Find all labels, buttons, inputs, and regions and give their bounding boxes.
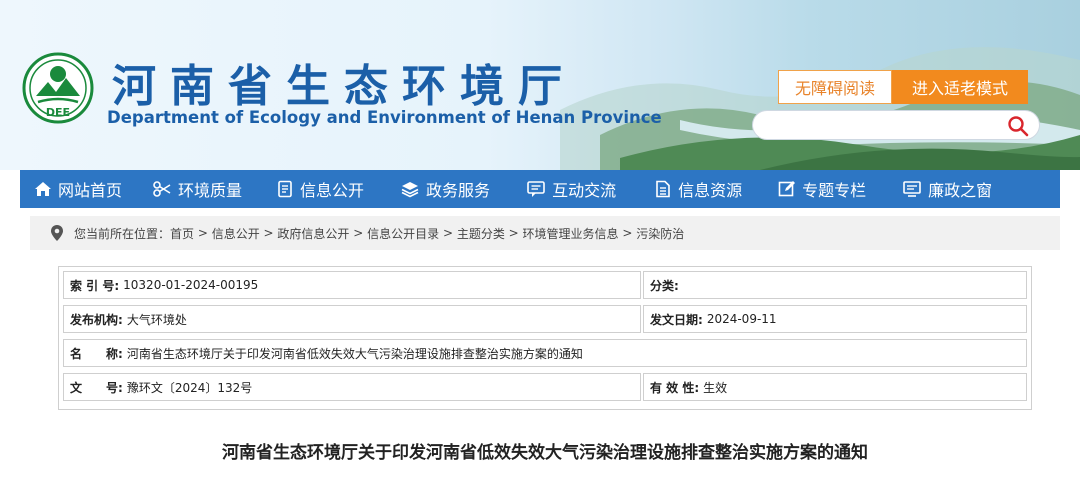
nav-item-label: 廉政之窗 bbox=[928, 181, 993, 200]
category-label: 分类: bbox=[650, 278, 679, 293]
breadcrumb-separator: > bbox=[349, 226, 368, 240]
nav-item-special[interactable]: 专题专栏 bbox=[778, 170, 866, 208]
doc-name-cell: 名 称: 河南省生态环境厅关于印发河南省低效失效大气污染治理设施排查整治实施方案… bbox=[63, 339, 1027, 367]
landscape-banner bbox=[560, 47, 1080, 170]
validity-label: 有 效 性: bbox=[650, 380, 700, 395]
nav-item-environment[interactable]: 环境质量 bbox=[152, 170, 242, 208]
info-row: 名 称: 河南省生态环境厅关于印发河南省低效失效大气污染治理设施排查整治实施方案… bbox=[63, 339, 1027, 367]
window-icon bbox=[903, 181, 921, 197]
dee-logo: DEE bbox=[22, 52, 94, 124]
issuer-label: 发布机构: bbox=[70, 312, 123, 327]
index-number-cell: 索 引 号: 10320-01-2024-00195 bbox=[63, 271, 641, 299]
nav-item-interaction[interactable]: 互动交流 bbox=[526, 170, 616, 208]
issuer-value: 大气环境处 bbox=[126, 312, 187, 327]
info-row: 索 引 号: 10320-01-2024-00195 分类: bbox=[63, 271, 1027, 299]
info-row: 文 号: 豫环文〔2024〕132号 有 效 性: 生效 bbox=[63, 373, 1027, 401]
nav-item-info-public[interactable]: 信息公开 bbox=[276, 170, 364, 208]
nav-item-integrity[interactable]: 廉政之窗 bbox=[902, 170, 992, 208]
info-row: 发布机构: 大气环境处 发文日期: 2024-09-11 bbox=[63, 305, 1027, 333]
location-pin-icon bbox=[51, 225, 63, 241]
breadcrumb-prefix: 您当前所在位置： bbox=[74, 226, 171, 241]
breadcrumb-item-info-public[interactable]: 信息公开 bbox=[212, 225, 260, 242]
breadcrumb-separator: > bbox=[618, 226, 637, 240]
doc-number-value: 豫环文〔2024〕132号 bbox=[126, 380, 253, 395]
breadcrumb-item-catalog[interactable]: 信息公开目录 bbox=[367, 225, 439, 242]
validity-value: 生效 bbox=[703, 380, 728, 395]
home-icon bbox=[35, 182, 51, 196]
breadcrumb-item-pollution[interactable]: 污染防治 bbox=[636, 225, 684, 242]
nav-item-label: 环境质量 bbox=[178, 181, 243, 200]
category-cell: 分类: bbox=[643, 271, 1027, 299]
issue-date-label: 发文日期: bbox=[650, 312, 703, 327]
document-icon bbox=[278, 180, 292, 198]
breadcrumb-separator: > bbox=[259, 226, 278, 240]
nav-item-label: 政务服务 bbox=[426, 181, 491, 200]
nav-item-label: 网站首页 bbox=[58, 181, 123, 200]
nav-item-label: 信息公开 bbox=[300, 181, 365, 200]
breadcrumb-separator: > bbox=[194, 226, 212, 240]
nav-item-home[interactable]: 网站首页 bbox=[34, 170, 122, 208]
scissors-icon bbox=[153, 181, 171, 197]
accessibility-button[interactable]: 无障碍阅读 bbox=[778, 70, 892, 104]
index-number-label: 索 引 号: bbox=[70, 278, 120, 293]
nav-item-label: 互动交流 bbox=[552, 181, 617, 200]
breadcrumb-item-gov-info[interactable]: 政府信息公开 bbox=[277, 225, 349, 242]
breadcrumb-item-home[interactable]: 首页 bbox=[170, 225, 194, 242]
doc-name-label: 名 称: bbox=[70, 346, 123, 361]
chat-icon bbox=[527, 181, 545, 197]
breadcrumb-separator: > bbox=[504, 226, 523, 240]
index-number-value: 10320-01-2024-00195 bbox=[123, 278, 259, 292]
site-header: DEE 河南省生态环境厅 Department of Ecology and E… bbox=[0, 0, 1080, 170]
site-title-en: Department of Ecology and Environment of… bbox=[107, 108, 662, 127]
issuer-cell: 发布机构: 大气环境处 bbox=[63, 305, 641, 333]
doc-number-cell: 文 号: 豫环文〔2024〕132号 bbox=[63, 373, 641, 401]
search-box bbox=[752, 110, 1040, 140]
search-icon[interactable] bbox=[1007, 115, 1029, 137]
document-title: 河南省生态环境厅关于印发河南省低效失效大气污染治理设施排查整治实施方案的通知 bbox=[222, 443, 868, 463]
breadcrumb-item-topics[interactable]: 主题分类 bbox=[457, 225, 505, 242]
file-icon bbox=[656, 180, 670, 198]
search-input[interactable] bbox=[767, 115, 997, 135]
site-title: 河南省生态环境厅 bbox=[112, 61, 576, 112]
layers-icon bbox=[401, 182, 419, 198]
logo-text: DEE bbox=[46, 106, 70, 119]
breadcrumb-item-env-mgmt[interactable]: 环境管理业务信息 bbox=[523, 225, 619, 242]
issue-date-cell: 发文日期: 2024-09-11 bbox=[643, 305, 1027, 333]
breadcrumb-separator: > bbox=[439, 226, 457, 240]
nav-item-label: 专题专栏 bbox=[802, 181, 867, 200]
elder-mode-button[interactable]: 进入适老模式 bbox=[892, 70, 1028, 104]
validity-cell: 有 效 性: 生效 bbox=[643, 373, 1027, 401]
main-nav: 网站首页 环境质量 信息公开 政务服务 互动交流 信息资源 专题专栏 廉政之窗 bbox=[20, 170, 1060, 208]
nav-item-label: 信息资源 bbox=[678, 181, 743, 200]
edit-icon bbox=[778, 181, 796, 197]
doc-name-value: 河南省生态环境厅关于印发河南省低效失效大气污染治理设施排查整治实施方案的通知 bbox=[126, 346, 583, 361]
breadcrumb: 您当前所在位置： 首页 > 信息公开 > 政府信息公开 > 信息公开目录 > 主… bbox=[30, 216, 1060, 250]
issue-date-value: 2024-09-11 bbox=[706, 312, 777, 326]
nav-item-resources[interactable]: 信息资源 bbox=[654, 170, 742, 208]
document-info-table: 索 引 号: 10320-01-2024-00195 分类: 发布机构: 大气环… bbox=[58, 266, 1032, 410]
doc-number-label: 文 号: bbox=[70, 380, 123, 395]
nav-item-services[interactable]: 政务服务 bbox=[400, 170, 490, 208]
